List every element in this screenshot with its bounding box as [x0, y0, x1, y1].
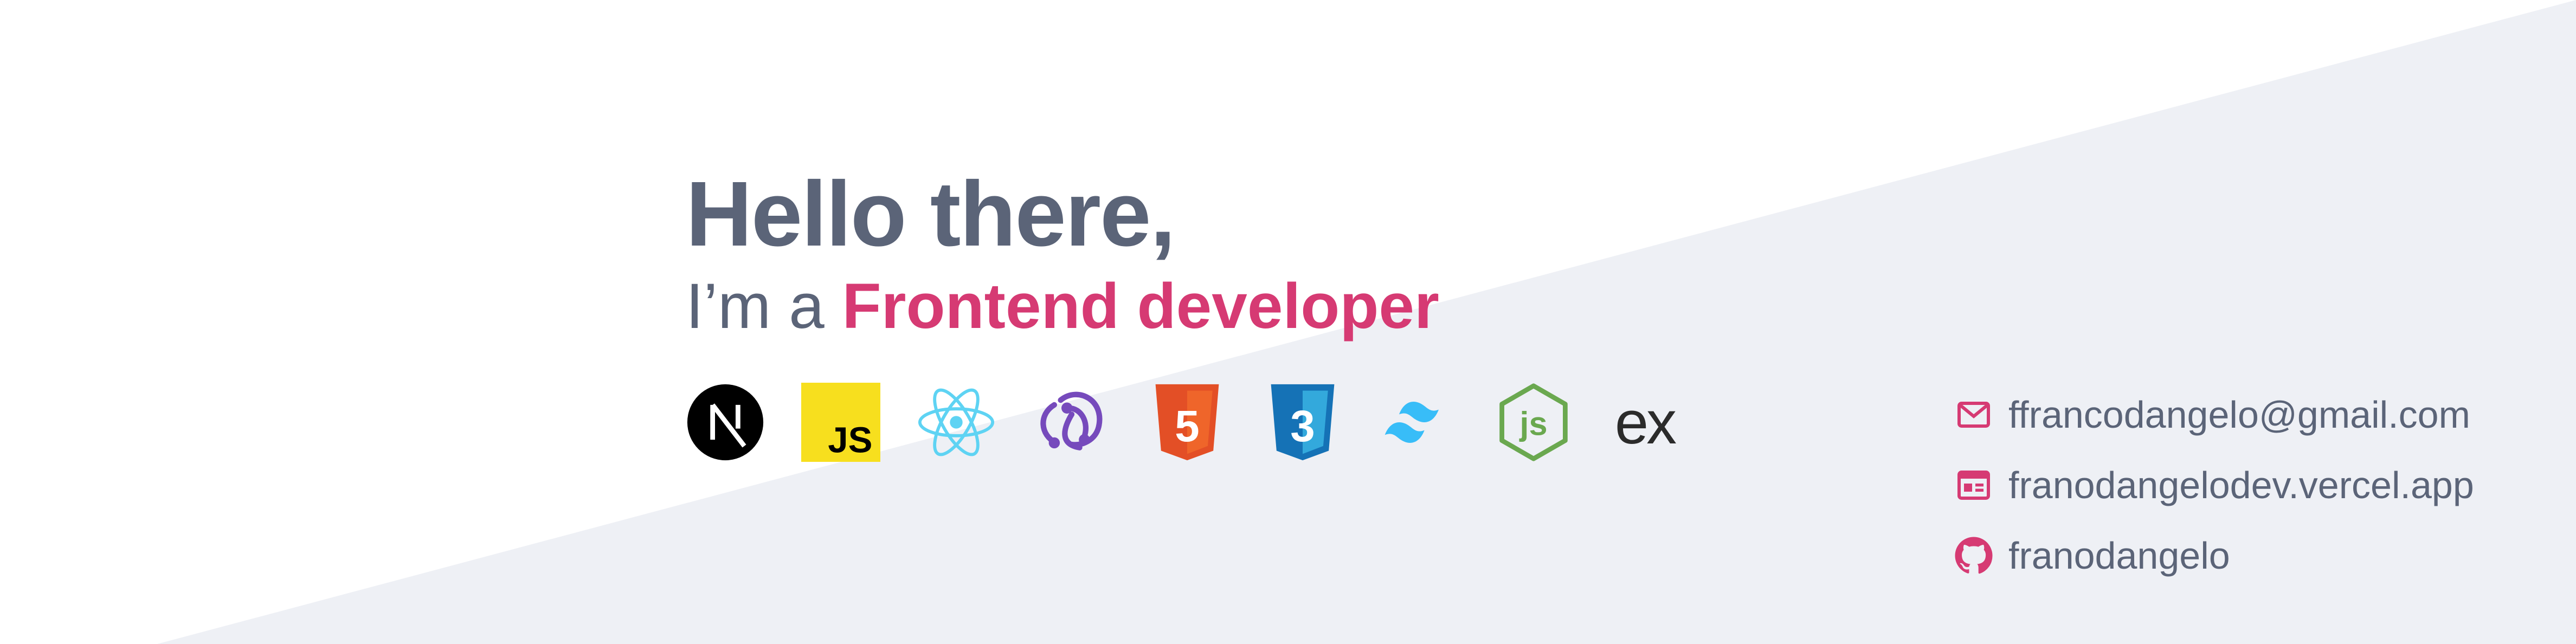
contact-list: ffrancodangelo@gmail.com franodangelodev… [1954, 379, 2474, 591]
nodejs-icon: js [1494, 383, 1573, 462]
javascript-icon: JS [801, 383, 880, 462]
role-prefix: I’m a [686, 271, 842, 342]
greeting-heading: Hello there, [686, 163, 1176, 266]
github-text: franodangelo [2008, 534, 2230, 577]
github-icon [1954, 536, 1993, 575]
nodejs-label: js [1519, 404, 1547, 442]
javascript-label: JS [828, 420, 872, 460]
html5-icon: 5 [1148, 383, 1227, 462]
express-icon: ex [1609, 383, 1680, 462]
express-label: ex [1614, 388, 1677, 456]
contact-github[interactable]: franodangelo [1954, 520, 2474, 591]
redux-icon [1032, 383, 1111, 462]
html5-label: 5 [1175, 402, 1199, 451]
intro: Hello there, I’m a Frontend developer [686, 157, 1439, 347]
tech-stack-row: JS 5 3 js ex [686, 383, 1680, 462]
email-text: ffrancodangelo@gmail.com [2008, 394, 2470, 436]
role-line: I’m a Frontend developer [686, 266, 1439, 347]
css3-icon: 3 [1263, 383, 1342, 462]
contact-website[interactable]: franodangelodev.vercel.app [1954, 450, 2474, 520]
react-icon [917, 383, 996, 462]
mail-icon [1954, 395, 1993, 434]
role-highlight: Frontend developer [842, 271, 1439, 342]
tailwind-icon [1379, 383, 1458, 462]
nextjs-icon [686, 383, 765, 462]
contact-email[interactable]: ffrancodangelo@gmail.com [1954, 379, 2474, 450]
css3-label: 3 [1290, 402, 1315, 451]
website-text: franodangelodev.vercel.app [2008, 464, 2474, 506]
website-icon [1954, 466, 1993, 505]
